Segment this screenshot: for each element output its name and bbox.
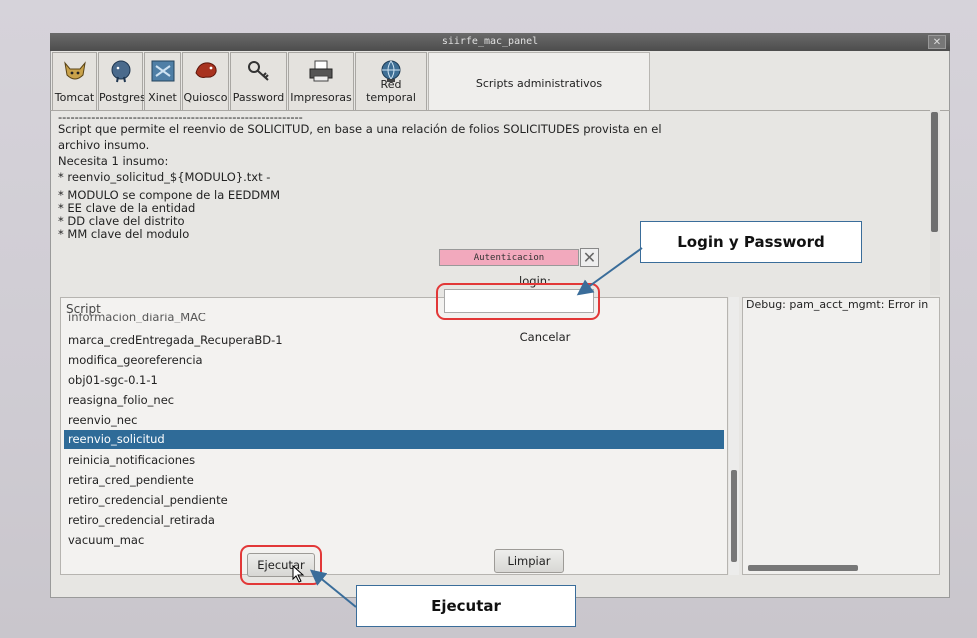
cancel-button[interactable]: Cancelar bbox=[505, 330, 585, 346]
window-title: siirfe_mac_panel bbox=[441, 36, 539, 47]
list-item[interactable]: retiro_credencial_pendiente bbox=[68, 491, 228, 509]
tab-tomcat[interactable]: Tomcat bbox=[52, 52, 97, 110]
list-item[interactable]: vacuum_mac bbox=[68, 531, 144, 549]
list-item[interactable]: modifica_georeferencia bbox=[68, 351, 203, 369]
tab-scripts-administrativos[interactable]: Scripts administrativos bbox=[428, 52, 650, 110]
quiosco-icon bbox=[194, 62, 217, 78]
description-line: * reenvio_solicitud_${MODULO}.txt - bbox=[58, 170, 271, 184]
list-item[interactable]: retira_cred_pendiente bbox=[68, 471, 194, 489]
debug-horizontal-scroll-thumb[interactable] bbox=[748, 565, 858, 571]
tab-label: Quiosco bbox=[183, 91, 228, 104]
tab-label: Xinet bbox=[148, 91, 177, 104]
list-item[interactable]: reenvio_nec bbox=[68, 411, 137, 429]
description-line: Necesita 1 insumo: bbox=[58, 154, 169, 168]
callout-execute: Ejecutar bbox=[356, 585, 576, 627]
tab-label: Password bbox=[232, 91, 285, 104]
clear-button[interactable]: Limpiar bbox=[494, 549, 564, 573]
list-item[interactable]: obj01-sgc-0.1-1 bbox=[68, 371, 158, 389]
list-item[interactable]: retiro_credencial_retirada bbox=[68, 511, 215, 529]
window-titlebar[interactable]: siirfe_mac_panel ✕ bbox=[50, 33, 950, 51]
printer-icon bbox=[309, 60, 333, 82]
tab-xinet[interactable]: Xinet bbox=[144, 52, 181, 110]
tab-label: Red temporal bbox=[366, 78, 416, 104]
description-scroll-thumb[interactable] bbox=[931, 112, 938, 232]
tab-red-temporal[interactable]: Red temporal bbox=[355, 52, 427, 110]
debug-panel bbox=[742, 297, 940, 575]
tab-password[interactable]: Password bbox=[230, 52, 287, 110]
tab-quiosco[interactable]: Quiosco bbox=[182, 52, 229, 110]
description-line: * EE clave de la entidad bbox=[58, 201, 196, 215]
login-input[interactable] bbox=[444, 289, 594, 313]
debug-output: Debug: pam_acct_mgmt: Error in bbox=[746, 298, 929, 311]
tab-postgres[interactable]: Postgres bbox=[98, 52, 146, 110]
window-close-button[interactable]: ✕ bbox=[928, 35, 946, 49]
auth-dialog-close-button[interactable]: ✕ bbox=[580, 248, 599, 267]
tab-label: Postgres bbox=[99, 91, 146, 104]
tab-label: Scripts administrativos bbox=[475, 77, 603, 90]
list-item[interactable]: informacion_diaria_MAC bbox=[68, 313, 206, 323]
list-item[interactable]: reinicia_notificaciones bbox=[68, 451, 195, 469]
key-icon bbox=[247, 61, 269, 81]
script-description: ----------------------------------------… bbox=[58, 110, 928, 293]
tomcat-icon bbox=[63, 61, 86, 80]
description-line: archivo insumo. bbox=[58, 138, 150, 152]
description-separator: ----------------------------------------… bbox=[58, 110, 303, 124]
mouse-cursor-icon bbox=[292, 565, 305, 583]
list-item-selected[interactable]: reenvio_solicitud bbox=[64, 430, 724, 449]
tab-impresoras[interactable]: Impresoras bbox=[288, 52, 354, 110]
tab-label: Impresoras bbox=[290, 91, 352, 104]
auth-dialog-title: Autenticacion bbox=[439, 249, 579, 266]
script-list-scroll-thumb[interactable] bbox=[731, 470, 737, 562]
postgres-elephant-icon bbox=[111, 60, 130, 83]
callout-login-password: Login y Password bbox=[640, 221, 862, 263]
description-line: Script que permite el reenvio de SOLICIT… bbox=[58, 122, 662, 136]
list-item[interactable]: marca_credEntregada_RecuperaBD-1 bbox=[68, 331, 283, 349]
list-item[interactable]: reasigna_folio_nec bbox=[68, 391, 174, 409]
xinet-icon bbox=[151, 60, 174, 82]
tab-label: Tomcat bbox=[54, 91, 95, 104]
